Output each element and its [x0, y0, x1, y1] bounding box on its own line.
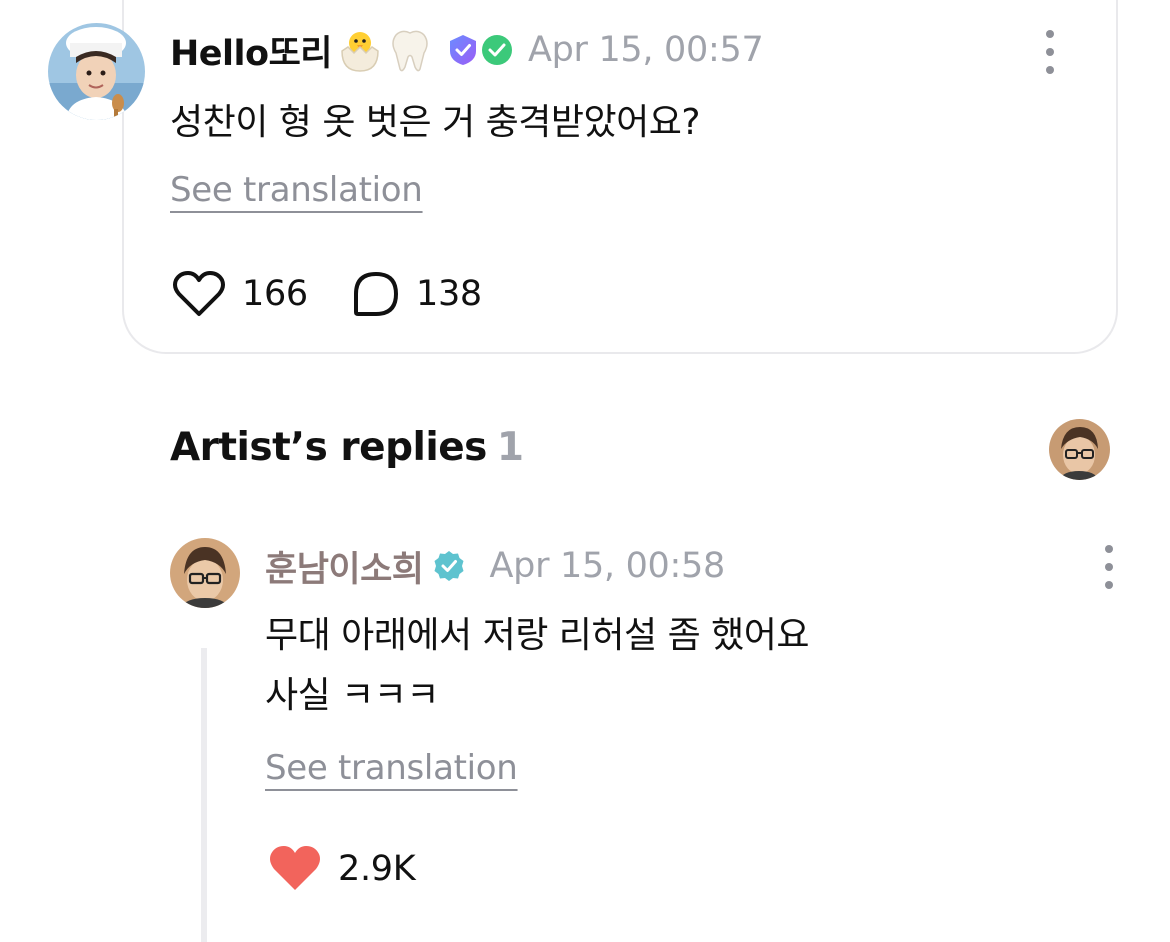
post-comment-count: 138 — [416, 274, 482, 314]
reply-username[interactable]: 훈남이소희 — [265, 541, 424, 592]
verified-shield-icon — [446, 33, 480, 67]
artist-replies-title: Artist’s replies — [170, 425, 487, 470]
reply-body-line: 사실 ㅋㅋㅋ — [265, 675, 440, 716]
post-comment-button[interactable]: 138 — [352, 270, 482, 318]
artist-avatar-small[interactable] — [1049, 419, 1110, 480]
post-like-count: 166 — [242, 274, 308, 314]
reply-see-translation-link[interactable]: See translation — [265, 748, 518, 788]
comment-bubble-icon — [352, 270, 400, 318]
reply-header: 훈남이소희 Apr 15, 00:58 — [265, 541, 726, 592]
reply-like-count: 2.9K — [338, 849, 416, 889]
post-timestamp: Apr 15, 00:57 — [527, 30, 764, 70]
reply-like-button[interactable]: 2.9K — [268, 845, 416, 893]
post-body-text: 성찬이 형 옷 벗은 거 충격받았어요? — [170, 102, 701, 143]
reply-thread-line — [201, 648, 207, 942]
post-author-avatar[interactable] — [48, 23, 145, 120]
more-dot — [1046, 48, 1054, 56]
reply-body-line: 무대 아래에서 저랑 리허설 좀 했어요 — [265, 615, 810, 656]
verified-heart-check-icon — [480, 33, 514, 67]
reply-author-avatar[interactable] — [170, 538, 240, 608]
post-see-translation-link[interactable]: See translation — [170, 170, 423, 210]
more-dot — [1105, 563, 1113, 571]
hatching-chick-emoji — [336, 27, 384, 73]
more-dot — [1105, 581, 1113, 589]
reply-more-options-icon[interactable] — [1099, 545, 1119, 589]
artist-replies-heading: Artist’s replies 1 — [170, 425, 524, 470]
more-dot — [1046, 66, 1054, 74]
heart-outline-icon — [172, 270, 226, 318]
post-header: Hello또리 Apr 15, 00:57 — [170, 25, 764, 76]
post-like-button[interactable]: 166 — [172, 270, 308, 318]
heart-filled-icon — [268, 845, 322, 893]
reply-timestamp: Apr 15, 00:58 — [489, 546, 726, 586]
more-dot — [1046, 30, 1054, 38]
artist-replies-count: 1 — [496, 425, 524, 470]
tooth-emoji — [388, 27, 432, 73]
post-more-options-icon[interactable] — [1040, 30, 1060, 74]
reply-body-text: 무대 아래에서 저랑 리허설 좀 했어요 사실 ㅋㅋㅋ — [265, 606, 810, 726]
more-dot — [1105, 545, 1113, 553]
verified-badge-icon — [432, 549, 466, 583]
post-username[interactable]: Hello또리 — [170, 25, 332, 76]
